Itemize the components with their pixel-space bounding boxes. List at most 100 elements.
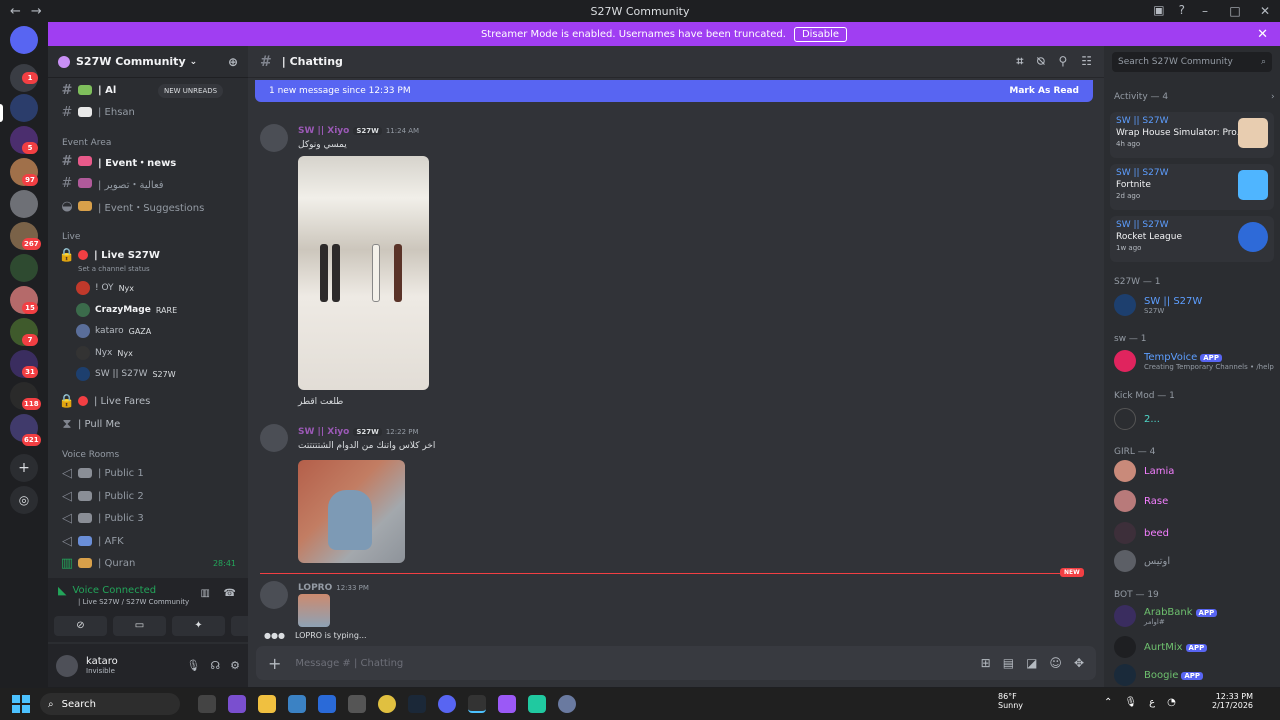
app-icon[interactable] [558, 695, 576, 713]
set-channel-status[interactable]: Set a channel status [78, 265, 150, 273]
microphone-icon[interactable]: 🎙 [1124, 697, 1137, 708]
voice-member[interactable]: ! OY Nyx [76, 279, 134, 297]
voice-channel-afk[interactable]: ◁ | AFK [56, 531, 242, 551]
message-image[interactable] [298, 156, 429, 390]
activity-header[interactable]: Activity — 4 › [1114, 92, 1275, 102]
settings-gear-icon[interactable]: ⚙ [230, 659, 240, 672]
category-live[interactable]: Live [62, 232, 80, 242]
noise-suppression-icon[interactable]: ▥ [201, 588, 210, 599]
language-indicator[interactable]: ع [1149, 697, 1155, 708]
member-row[interactable]: TempVoice APP Creating Temporary Channels … [1114, 349, 1274, 373]
taskbar-search[interactable]: ⌕ Search [40, 693, 180, 715]
disconnect-icon[interactable]: ☎ [224, 588, 236, 599]
voice-member[interactable]: CrazyMage RARE [76, 301, 177, 319]
settings-icon[interactable] [348, 695, 366, 713]
pin-icon[interactable]: ⚲ [1058, 54, 1067, 69]
disable-button[interactable]: Disable [793, 26, 848, 42]
weather-widget[interactable]: 86°F Sunny [998, 692, 1023, 710]
start-button[interactable] [12, 695, 30, 713]
message-image[interactable] [298, 594, 330, 627]
message-author[interactable]: SW || Xiyo S27W 11:24 AM [298, 126, 419, 136]
member-row[interactable]: Rase [1114, 489, 1168, 513]
search-input[interactable]: Search S27W Community ⌕ [1112, 52, 1272, 72]
mail-icon[interactable] [318, 695, 336, 713]
invite-icon[interactable]: ⊕ [228, 55, 238, 69]
member-row[interactable]: اوتيس [1114, 549, 1170, 573]
member-row[interactable]: ArabBank APP اوامر# [1114, 604, 1218, 628]
microphone-icon[interactable]: 🎙 [186, 659, 200, 672]
chevron-up-icon[interactable]: ⌃ [1104, 697, 1112, 708]
activity-card[interactable]: SW || S27W Wrap House Simulator: Pro... … [1110, 112, 1274, 158]
chrome-icon[interactable] [378, 695, 396, 713]
activity-card[interactable]: SW || S27W Rocket League 1w ago [1110, 216, 1274, 262]
member-row[interactable]: Boogie APP [1114, 663, 1204, 687]
app-icon[interactable] [528, 695, 546, 713]
threads-icon[interactable]: ⌗ [1016, 54, 1023, 69]
member-row[interactable]: SW || S27W S27W [1114, 293, 1202, 317]
voice-channel-public-2[interactable]: ◁ | Public 2 [56, 486, 242, 506]
headphones-icon[interactable]: ☊ [210, 659, 220, 672]
add-server-icon[interactable]: + [10, 454, 38, 482]
voice-channel-path[interactable]: | Live S27W / S27W Community [78, 598, 189, 606]
minimize-button[interactable]: – [1190, 0, 1220, 22]
message-author[interactable]: SW || Xiyo S27W 12:22 PM [298, 427, 419, 437]
channel-live-fares[interactable]: 🔒 | Live Fares [56, 391, 242, 411]
mark-as-read-button[interactable]: Mark As Read [1009, 86, 1079, 96]
wifi-icon[interactable]: ◔ [1167, 697, 1176, 708]
category-voice-rooms[interactable]: Voice Rooms [62, 450, 119, 460]
activity-card[interactable]: SW || S27W Fortnite 2d ago [1110, 164, 1274, 210]
voice-member[interactable]: Nyx Nyx [76, 344, 133, 362]
author-name[interactable]: LOPRO [298, 583, 332, 593]
discord-home-icon[interactable] [10, 26, 38, 54]
attach-plus-icon[interactable]: + [268, 654, 281, 673]
task-view-icon[interactable] [198, 695, 216, 713]
help-icon[interactable]: ? [1179, 3, 1185, 17]
message-composer[interactable]: + Message # | Chatting ⊞ ▤ ◪ ☺ ✥ [256, 646, 1096, 680]
inbox-icon[interactable]: ▣ [1153, 3, 1164, 17]
channel-event-photo[interactable]: # | فعالية・تصوير [56, 173, 242, 193]
game-icon[interactable] [498, 695, 516, 713]
message-image[interactable] [298, 460, 405, 563]
member-row[interactable]: beed [1114, 521, 1169, 545]
channel-pull-me[interactable]: ⧗ | Pull Me [56, 414, 242, 434]
back-arrow-icon[interactable]: ← [10, 4, 21, 19]
activities-button[interactable]: ✦ [172, 616, 225, 636]
channel-event-suggestions[interactable]: ◒ | Event・Suggestions [56, 196, 242, 216]
file-explorer-icon[interactable] [258, 695, 276, 713]
server-icon[interactable] [10, 190, 38, 218]
steam-icon[interactable] [408, 695, 426, 713]
signal-icon[interactable]: ◣ [58, 584, 66, 597]
avatar[interactable] [260, 424, 288, 452]
user-avatar[interactable] [56, 654, 78, 677]
clock[interactable]: 12:33 PM 2/17/2026 [1212, 692, 1253, 710]
message-author[interactable]: LOPRO 12:33 PM [298, 583, 369, 593]
voice-status-title[interactable]: Voice Connected [72, 585, 156, 596]
message-input[interactable]: Message # | Chatting [295, 658, 403, 669]
maximize-button[interactable]: □ [1220, 0, 1250, 22]
sticker-icon[interactable]: ◪ [1026, 656, 1037, 670]
discover-icon[interactable]: ◎ [10, 486, 38, 514]
member-row[interactable]: 2... [1114, 407, 1160, 431]
voice-member[interactable]: SW || S27W S27W [76, 365, 176, 383]
author-name[interactable]: SW || Xiyo [298, 126, 349, 136]
new-unreads-pill[interactable]: NEW UNREADS [158, 84, 224, 98]
close-window-button[interactable]: ✕ [1250, 0, 1280, 22]
server-icon[interactable] [10, 94, 38, 122]
camera-off-button[interactable]: ⊘ [54, 616, 107, 636]
channel-ehsan[interactable]: # | Ehsan [56, 102, 242, 122]
mute-bell-icon[interactable]: ⍉ [1037, 54, 1044, 69]
author-name[interactable]: SW || Xiyo [298, 427, 349, 437]
member-row[interactable]: Lamia [1114, 459, 1174, 483]
discord-icon[interactable] [438, 695, 456, 713]
voice-channel-public-3[interactable]: ◁ | Public 3 [56, 508, 242, 528]
voice-channel-public-1[interactable]: ◁ | Public 1 [56, 463, 242, 483]
apps-icon[interactable]: ✥ [1074, 656, 1084, 670]
app-icon[interactable] [228, 695, 246, 713]
channel-event-news[interactable]: # | Event・news [56, 151, 242, 171]
server-header[interactable]: S27W Community ⌄ ⊕ [48, 46, 248, 78]
close-banner-icon[interactable]: ✕ [1257, 27, 1268, 42]
member-row[interactable]: AurtMix APP [1114, 635, 1208, 659]
avatar[interactable] [260, 124, 288, 152]
server-icon[interactable] [10, 254, 38, 282]
new-messages-bar[interactable]: 1 new message since 12:33 PM Mark As Rea… [255, 80, 1093, 102]
